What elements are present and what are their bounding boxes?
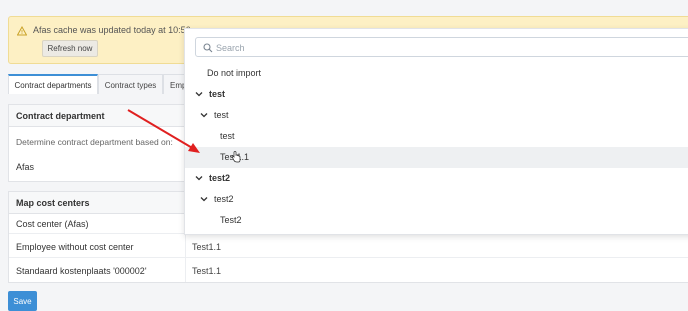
panel-hint: Determine contract department based on: xyxy=(16,137,173,147)
option-label: test2 xyxy=(214,194,234,204)
table-row: Employee without cost center Test1.1 xyxy=(9,234,688,258)
option-label: test xyxy=(209,89,226,99)
warning-icon xyxy=(17,26,27,36)
tab-contract-departments[interactable]: Contract departments xyxy=(8,74,98,94)
table-row: Standaard kostenplaats '000002' Test1.1 xyxy=(9,258,688,282)
afas-label: Afas xyxy=(16,162,35,172)
option-label: test xyxy=(214,110,229,120)
chevron-down-icon xyxy=(200,113,208,118)
option-do-not-import[interactable]: Do not import xyxy=(185,63,688,84)
row-label: Employee without cost center xyxy=(16,242,134,252)
option-test[interactable]: test xyxy=(185,126,688,147)
row-label: Standaard kostenplaats '000002' xyxy=(16,266,147,276)
option-group-test[interactable]: test xyxy=(185,84,688,105)
search-icon xyxy=(203,43,213,53)
chevron-down-icon xyxy=(200,197,208,202)
search-input[interactable] xyxy=(216,41,686,54)
option-label: Test2 xyxy=(220,215,242,225)
save-button[interactable]: Save xyxy=(8,291,37,311)
chevron-down-icon xyxy=(195,92,203,97)
cost-center-header: Cost center (Afas) xyxy=(16,219,89,229)
row-select[interactable]: Test1.1 xyxy=(185,234,688,258)
option-test2[interactable]: Test2 xyxy=(185,210,688,231)
row-select[interactable]: Test1.1 xyxy=(185,258,688,282)
option-group-test[interactable]: test xyxy=(185,105,688,126)
option-label: test2 xyxy=(209,173,231,183)
option-label: Do not import xyxy=(207,68,262,78)
alert-message: Afas cache was updated today at 10:56 xyxy=(33,25,191,35)
option-group-test2[interactable]: test2 xyxy=(185,168,688,189)
tab-contract-types[interactable]: Contract types xyxy=(98,74,163,94)
search-box[interactable] xyxy=(195,37,688,57)
chevron-down-icon xyxy=(195,176,203,181)
cost-center-dropdown: Do not import test test test Test1.1 tes… xyxy=(184,28,688,235)
hand-cursor-icon xyxy=(231,151,241,163)
option-label: test xyxy=(220,131,235,141)
option-test1-1[interactable]: Test1.1 xyxy=(185,147,688,168)
refresh-now-button[interactable]: Refresh now xyxy=(42,40,98,57)
option-group-test2[interactable]: test2 xyxy=(185,189,688,210)
